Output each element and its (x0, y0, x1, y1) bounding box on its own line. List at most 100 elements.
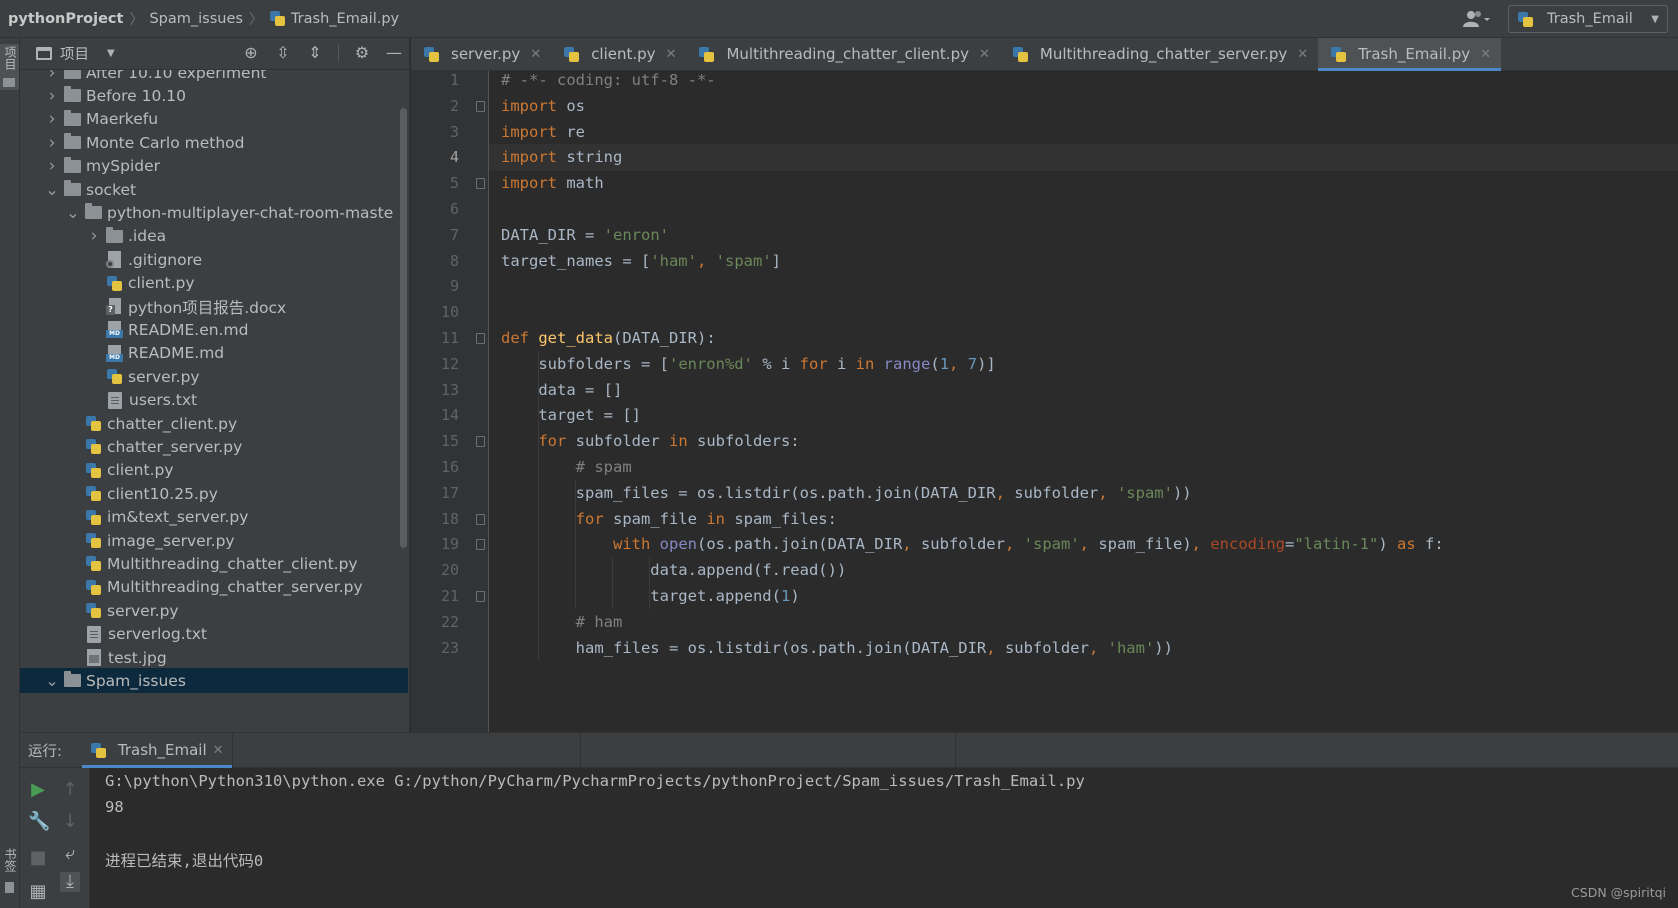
editor-tab[interactable]: server.py ✕ (411, 38, 551, 70)
line-number: 19 (440, 535, 459, 554)
tree-item[interactable]: › .idea (20, 224, 408, 249)
breadcrumb-folder[interactable]: Spam_issues (149, 0, 242, 38)
breadcrumb-file[interactable]: Trash_Email.py (269, 0, 399, 38)
close-icon[interactable]: ✕ (213, 743, 224, 758)
tree-item[interactable]: MD README.en.md (20, 317, 408, 342)
chevron-right-icon[interactable]: › (44, 134, 60, 151)
line-number: 8 (449, 251, 459, 270)
fold-marker-icon[interactable] (476, 436, 485, 448)
text-file-icon (108, 391, 122, 409)
chevron-down-icon[interactable]: ⌄ (65, 204, 81, 220)
chevron-down-icon[interactable]: ⌄ (44, 672, 60, 688)
account-icon[interactable] (1460, 6, 1494, 32)
tree-item[interactable]: serverlog.txt (20, 622, 408, 647)
tree-item[interactable]: ⌄ Spam_issues (20, 668, 408, 694)
editor-tab[interactable]: client.py ✕ (551, 38, 686, 70)
tree-item[interactable]: › Maerkefu (20, 107, 408, 132)
tree-item[interactable]: im&text_server.py (20, 505, 408, 530)
editor-tab[interactable]: Trash_Email.py ✕ (1318, 38, 1502, 71)
tree-item-label: client.py (128, 274, 195, 293)
tree-item[interactable]: chatter_server.py (20, 434, 408, 459)
tree-item[interactable]: server.py (20, 364, 408, 389)
expand-all-icon[interactable]: ⇳ (274, 44, 292, 62)
project-tool-button[interactable]: 项目 (0, 44, 19, 90)
fold-marker-icon[interactable] (476, 591, 485, 602)
project-tree-scrollbar[interactable] (400, 108, 407, 548)
close-icon[interactable]: ✕ (1480, 47, 1491, 62)
bookmarks-tool-button[interactable]: 书签 (0, 848, 19, 908)
hide-panel-icon[interactable]: — (385, 44, 403, 62)
collapse-all-icon[interactable]: ⇕ (306, 44, 324, 62)
tree-item[interactable]: test.jpg (20, 645, 408, 670)
line-number: 11 (440, 329, 459, 347)
tree-item[interactable]: MD README.md (20, 341, 408, 366)
run-console[interactable]: CSDN @spiritqi G:\python\Python310\pytho… (91, 768, 1678, 908)
editor-tab[interactable]: Multithreading_chatter_server.py ✕ (1000, 38, 1318, 70)
wrench-icon[interactable]: 🔧 (28, 812, 50, 832)
project-view-icon (36, 47, 52, 60)
arrow-up-icon[interactable]: ↑ (60, 780, 80, 800)
close-icon[interactable]: ✕ (666, 47, 677, 62)
scroll-to-end-icon[interactable]: ⤓ (60, 872, 80, 892)
breadcrumb-project[interactable]: pythonProject (0, 0, 123, 38)
tree-item[interactable]: chatter_client.py (20, 411, 408, 436)
layout-icon[interactable]: ▦ (28, 882, 48, 902)
tree-item[interactable]: image_server.py (20, 528, 408, 553)
tree-item[interactable]: client.py (20, 458, 408, 483)
project-panel-title[interactable]: 项目 (60, 43, 89, 64)
close-icon[interactable]: ✕ (1297, 47, 1308, 62)
tree-item-label: server.py (128, 367, 200, 386)
run-configuration-select[interactable]: Trash_Email ▼ (1508, 5, 1668, 33)
tree-item[interactable]: › Monte Carlo method (20, 130, 408, 155)
close-icon[interactable]: ✕ (530, 47, 541, 62)
stop-icon[interactable]: ■ (28, 848, 48, 868)
bookmark-icon (5, 882, 14, 893)
arrow-down-icon[interactable]: ↓ (60, 812, 80, 832)
tree-item[interactable]: client10.25.py (20, 481, 408, 506)
tree-item[interactable]: ⌄ python-multiplayer-chat-room-maste (20, 200, 408, 225)
run-tab[interactable]: Trash_Email ✕ (81, 732, 233, 768)
line-number: 21 (440, 587, 459, 605)
chevron-down-icon[interactable]: ▼ (107, 48, 115, 59)
chevron-right-icon[interactable]: › (44, 70, 60, 81)
tree-item[interactable]: Multithreading_chatter_client.py (20, 551, 408, 576)
tree-item-label: README.md (128, 344, 225, 363)
fold-marker-icon[interactable] (476, 100, 485, 112)
gear-icon[interactable]: ⚙ (353, 44, 371, 62)
fold-marker-icon[interactable] (476, 513, 485, 525)
chevron-right-icon[interactable]: › (44, 158, 60, 175)
python-file-icon (85, 415, 102, 432)
code-line: spam_files = os.listdir(os.path.join(DAT… (501, 483, 1192, 502)
code-editor[interactable]: 1 2 3 4 5 6 7 8 9 10 11 12 13 14 15 16 17 18 19 20 21 22 23 # … (411, 71, 1678, 732)
code-line: target = [] (501, 406, 641, 425)
close-icon[interactable]: ✕ (979, 47, 990, 62)
tree-item[interactable]: users.txt (20, 388, 408, 413)
rerun-icon[interactable]: ▶ (28, 780, 48, 800)
tree-item[interactable]: server.py (20, 598, 408, 623)
line-number: 3 (449, 122, 459, 141)
tree-item-label: chatter_server.py (107, 437, 243, 456)
code-line: with open(os.path.join(DATA_DIR, subfold… (612, 535, 1444, 554)
chevron-down-icon[interactable]: ⌄ (44, 181, 60, 197)
editor-tab[interactable]: Multithreading_chatter_client.py ✕ (686, 38, 999, 70)
tree-item[interactable]: .gitignore (20, 247, 408, 272)
chevron-right-icon[interactable]: › (44, 111, 60, 128)
tree-item[interactable]: › mySpider (20, 154, 408, 179)
tree-item[interactable]: ⌄ socket (20, 177, 408, 202)
tree-item[interactable]: Multithreading_chatter_server.py (20, 575, 408, 600)
line-number: 22 (440, 612, 459, 631)
code-line: import string (501, 148, 623, 167)
tree-item-label: mySpider (86, 157, 161, 176)
chevron-right-icon[interactable]: › (86, 228, 102, 245)
tree-item[interactable]: client.py (20, 271, 408, 296)
fold-marker-icon[interactable] (476, 178, 485, 190)
tree-item[interactable]: › Before 10.10 (20, 83, 408, 108)
tree-item[interactable]: ? python项目报告.docx (20, 294, 408, 319)
chevron-down-icon: ▼ (1651, 13, 1659, 25)
fold-marker-icon[interactable] (476, 333, 485, 344)
soft-wrap-icon[interactable]: ⤶ (60, 844, 80, 864)
locate-file-icon[interactable]: ⊕ (242, 44, 260, 62)
tree-item-label: Maerkefu (86, 110, 159, 129)
chevron-right-icon[interactable]: › (44, 87, 60, 104)
fold-marker-icon[interactable] (476, 539, 485, 551)
